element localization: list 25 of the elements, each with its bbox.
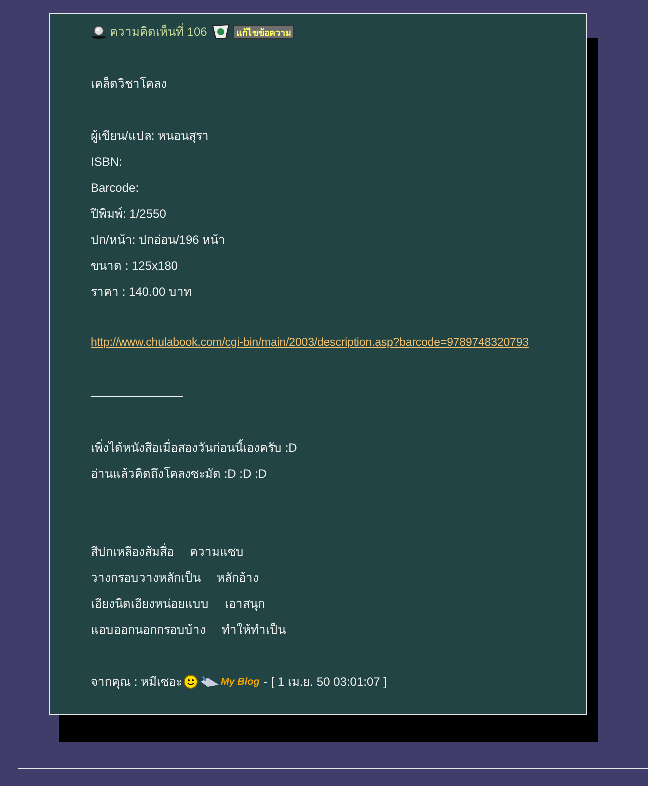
book-link[interactable]: http://www.chulabook.com/cgi-bin/main/2003/description.asp?barcode=9789748320793 xyxy=(91,335,529,353)
post-title: เคล็ดวิชาโคลง xyxy=(91,76,167,93)
post-date: - [ 1 เม.ย. 50 03:01:07 ] xyxy=(264,674,387,691)
poem-text: แอบออกนอกกรอบบ้าง xyxy=(91,622,206,639)
poem-text: วางกรอบวางหลักเป็น xyxy=(91,570,201,587)
smiley-icon xyxy=(184,675,198,689)
remark-text: เพิ่งได้หนังสือเมื่อสองวันก่อนนี้เองครับ :D xyxy=(91,439,298,457)
poem-text: หลักอ้าง xyxy=(217,570,259,587)
detail-text: Barcode: xyxy=(91,180,140,197)
detail-text: ISBN: xyxy=(91,154,122,171)
detail-text: ขนาด : 125x180 xyxy=(91,258,178,275)
author-name: จากคุณ : หมีเซอะ xyxy=(91,674,182,691)
remark-text: อ่านแล้วคิดถึงโคลงซะมัด :D :D :D xyxy=(91,466,268,483)
detail-text: ปีพิมพ์: 1/2550 xyxy=(91,206,166,223)
poem-text: เอาสนุก xyxy=(225,596,265,613)
poem-text: ทำให้ทำเป็น xyxy=(222,622,286,639)
comment-heading: ความคิดเห็นที่ 106 xyxy=(110,23,208,41)
poem-text: สีปกเหลืองส้มสื่อ xyxy=(91,543,174,561)
edit-button[interactable]: แก้ไขข้อความ xyxy=(233,25,294,39)
detail-text: ผู้เขียน/แปล: หนอนสุรา xyxy=(91,128,210,145)
blog-link[interactable]: My Blog xyxy=(200,674,260,690)
poem-text: เอียงนิดเอียงหน่อยแบบ xyxy=(91,596,209,613)
detail-text: ราคา : 140.00 บาท xyxy=(91,284,192,301)
poem-text: ความแซบ xyxy=(190,544,244,561)
detail-text: ปก/หน้า: ปกอ่อน/196 หน้า xyxy=(91,232,226,249)
